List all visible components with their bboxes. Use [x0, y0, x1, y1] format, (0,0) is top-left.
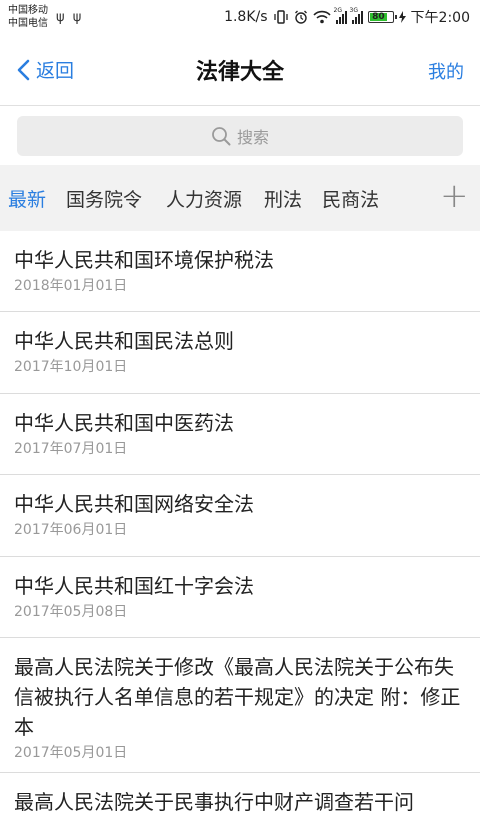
item-date: 2018年01月01日 — [14, 278, 128, 294]
list-item[interactable]: 中华人民共和国民法总则 2017年10月01日 — [0, 312, 480, 394]
battery-icon: 80 — [367, 11, 397, 23]
chevron-left-icon — [17, 59, 30, 80]
usb-icon: ψ ψ — [56, 9, 84, 25]
tab-latest[interactable]: 最新 — [0, 185, 60, 212]
carrier-1: 中国移动 — [8, 5, 48, 16]
signal-icon-2: 3G — [350, 7, 363, 24]
list-item[interactable]: 中华人民共和国网络安全法 2017年06月01日 — [0, 475, 480, 557]
network-speed: 1.8K/s — [224, 9, 268, 25]
tab-civil-commercial-law[interactable]: 民商法 — [316, 185, 393, 212]
search-placeholder: 搜索 — [236, 128, 269, 147]
item-date: 2017年06月01日 — [14, 522, 128, 538]
item-date: 2017年10月01日 — [14, 359, 128, 375]
battery-level: 80 — [369, 12, 388, 22]
item-title: 最高人民法院关于修改《最高人民法院关于公布失信被执行人名单信息的若干规定》的决定… — [14, 655, 461, 739]
list-item[interactable]: 最高人民法院关于修改《最高人民法院关于公布失信被执行人名单信息的若干规定》的决定… — [0, 638, 480, 773]
item-date: 2017年05月01日 — [14, 745, 128, 761]
search-input[interactable]: 搜索 — [17, 116, 463, 156]
mine-button[interactable]: 我的 — [428, 58, 464, 84]
add-tab-button[interactable]: + — [440, 179, 469, 214]
vibrate-icon — [273, 10, 288, 24]
tab-criminal-law[interactable]: 刑法 — [256, 185, 316, 212]
clock: 下午2:00 — [410, 10, 470, 26]
alarm-icon — [294, 10, 307, 24]
item-title: 中华人民共和国民法总则 — [14, 329, 234, 353]
list-item[interactable]: 中华人民共和国中医药法 2017年07月01日 — [0, 394, 480, 475]
item-title: 中华人民共和国环境保护税法 — [14, 248, 274, 272]
item-date: 2017年07月01日 — [14, 441, 128, 457]
tab-state-council-orders[interactable]: 国务院令 — [60, 185, 156, 212]
item-title: 最高人民法院关于民事执行中财产调查若干问 — [14, 790, 414, 814]
item-title: 中华人民共和国网络安全法 — [14, 492, 254, 516]
nav-bar: 返回 法律大全 我的 — [0, 34, 480, 106]
law-list: 中华人民共和国环境保护税法 2018年01月01日 中华人民共和国民法总则 20… — [0, 231, 480, 833]
wifi-icon — [312, 10, 331, 24]
item-title: 中华人民共和国中医药法 — [14, 411, 234, 435]
status-bar: 中国移动 中国电信 ψ ψ 1.8K/s 2G 3G 80 下午2:00 — [0, 0, 480, 34]
search-area: 搜索 — [0, 106, 480, 165]
carrier-2: 中国电信 — [8, 18, 48, 29]
list-item[interactable]: 中华人民共和国环境保护税法 2018年01月01日 — [0, 231, 480, 312]
carrier-info: 中国移动 中国电信 ψ ψ — [8, 4, 83, 30]
search-icon — [212, 127, 231, 146]
charging-icon — [398, 11, 406, 23]
category-tabs: 最新 国务院令 人力资源 刑法 民商法 + — [0, 165, 480, 231]
list-item[interactable]: 最高人民法院关于民事执行中财产调查若干问 — [0, 773, 480, 833]
signal-icon-1: 2G — [334, 7, 347, 24]
list-item[interactable]: 中华人民共和国红十字会法 2017年05月08日 — [0, 557, 480, 638]
item-date: 2017年05月08日 — [14, 604, 128, 620]
back-label: 返回 — [36, 60, 75, 82]
item-title: 中华人民共和国红十字会法 — [14, 574, 254, 598]
tab-human-resources[interactable]: 人力资源 — [156, 185, 256, 212]
back-button[interactable]: 返回 — [16, 56, 74, 83]
